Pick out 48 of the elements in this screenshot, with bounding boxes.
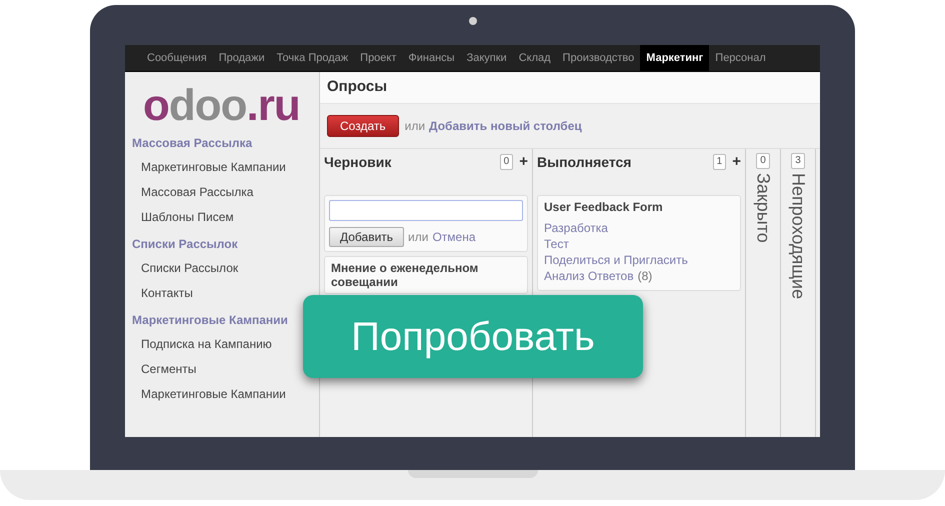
count-text: (8): [638, 268, 652, 284]
page-title: Опросы: [327, 77, 388, 98]
count-badge: 0: [500, 154, 514, 170]
sidebar-item[interactable]: Сегменты: [141, 360, 196, 378]
count-badge: 1: [712, 154, 726, 170]
card-link[interactable]: Поделиться и Пригласить: [544, 252, 688, 268]
menu-tab[interactable]: Точка Продаж: [270, 45, 354, 71]
add-button[interactable]: Добавить: [329, 227, 404, 247]
add-icon[interactable]: +: [732, 150, 741, 174]
menu-tab[interactable]: Производство: [556, 45, 640, 71]
menu-tab[interactable]: Финансы: [402, 45, 461, 71]
column-title: Закрыто: [752, 173, 774, 243]
count-badge: 0: [756, 153, 770, 169]
cancel-link[interactable]: Отмена: [432, 228, 476, 246]
card-link[interactable]: Тест: [544, 236, 569, 252]
column-title: Черновик: [324, 152, 392, 172]
card-link[interactable]: Анализ Ответов: [544, 268, 634, 284]
menu-tab[interactable]: Склад: [512, 45, 557, 71]
section-heading: Массовая Рассылка: [131, 135, 254, 152]
create-button[interactable]: Создать: [327, 115, 399, 137]
menu-tab[interactable]: Персонал: [709, 45, 772, 71]
sidebar-item[interactable]: Контакты: [141, 284, 193, 302]
or-text: или: [404, 118, 426, 135]
add-column-link[interactable]: Добавить новый столбец: [429, 117, 582, 135]
card-title: User Feedback Form: [544, 200, 664, 214]
sidebar-item[interactable]: Маркетинговые Кампании: [141, 384, 286, 402]
menu-tab[interactable]: Продажи: [212, 45, 271, 71]
camera-icon: [468, 17, 476, 25]
menu-tab[interactable]: Закупки: [460, 45, 513, 71]
menu-tab[interactable]: Проект: [354, 45, 402, 71]
card-link[interactable]: Разработка: [544, 220, 608, 236]
name-input-field[interactable]: [329, 200, 523, 221]
logo: odoo.ru: [142, 86, 301, 126]
column-title: Непроходящие: [788, 173, 810, 300]
or-text: или: [408, 229, 428, 246]
menu-tab[interactable]: Сообщения: [141, 45, 213, 71]
sidebar-item[interactable]: Списки Рассылок: [141, 258, 238, 276]
card-title: Мнение о еженедельном совещании: [331, 261, 480, 289]
sidebar-item[interactable]: Шаблоны Писем: [141, 208, 234, 226]
section-heading: Маркетинговые Кампании: [131, 312, 289, 329]
add-icon[interactable]: +: [519, 150, 528, 174]
column-title: Выполняется: [537, 152, 632, 172]
sidebar-item[interactable]: Маркетинговые Кампании: [141, 158, 286, 176]
menu-tab[interactable]: Маркетинг: [640, 45, 710, 71]
section-heading: Списки Рассылок: [131, 236, 239, 253]
sidebar-item[interactable]: Массовая Рассылка: [141, 182, 254, 200]
count-badge: 3: [791, 153, 805, 169]
sidebar-item[interactable]: Подписка на Кампанию: [141, 334, 272, 352]
